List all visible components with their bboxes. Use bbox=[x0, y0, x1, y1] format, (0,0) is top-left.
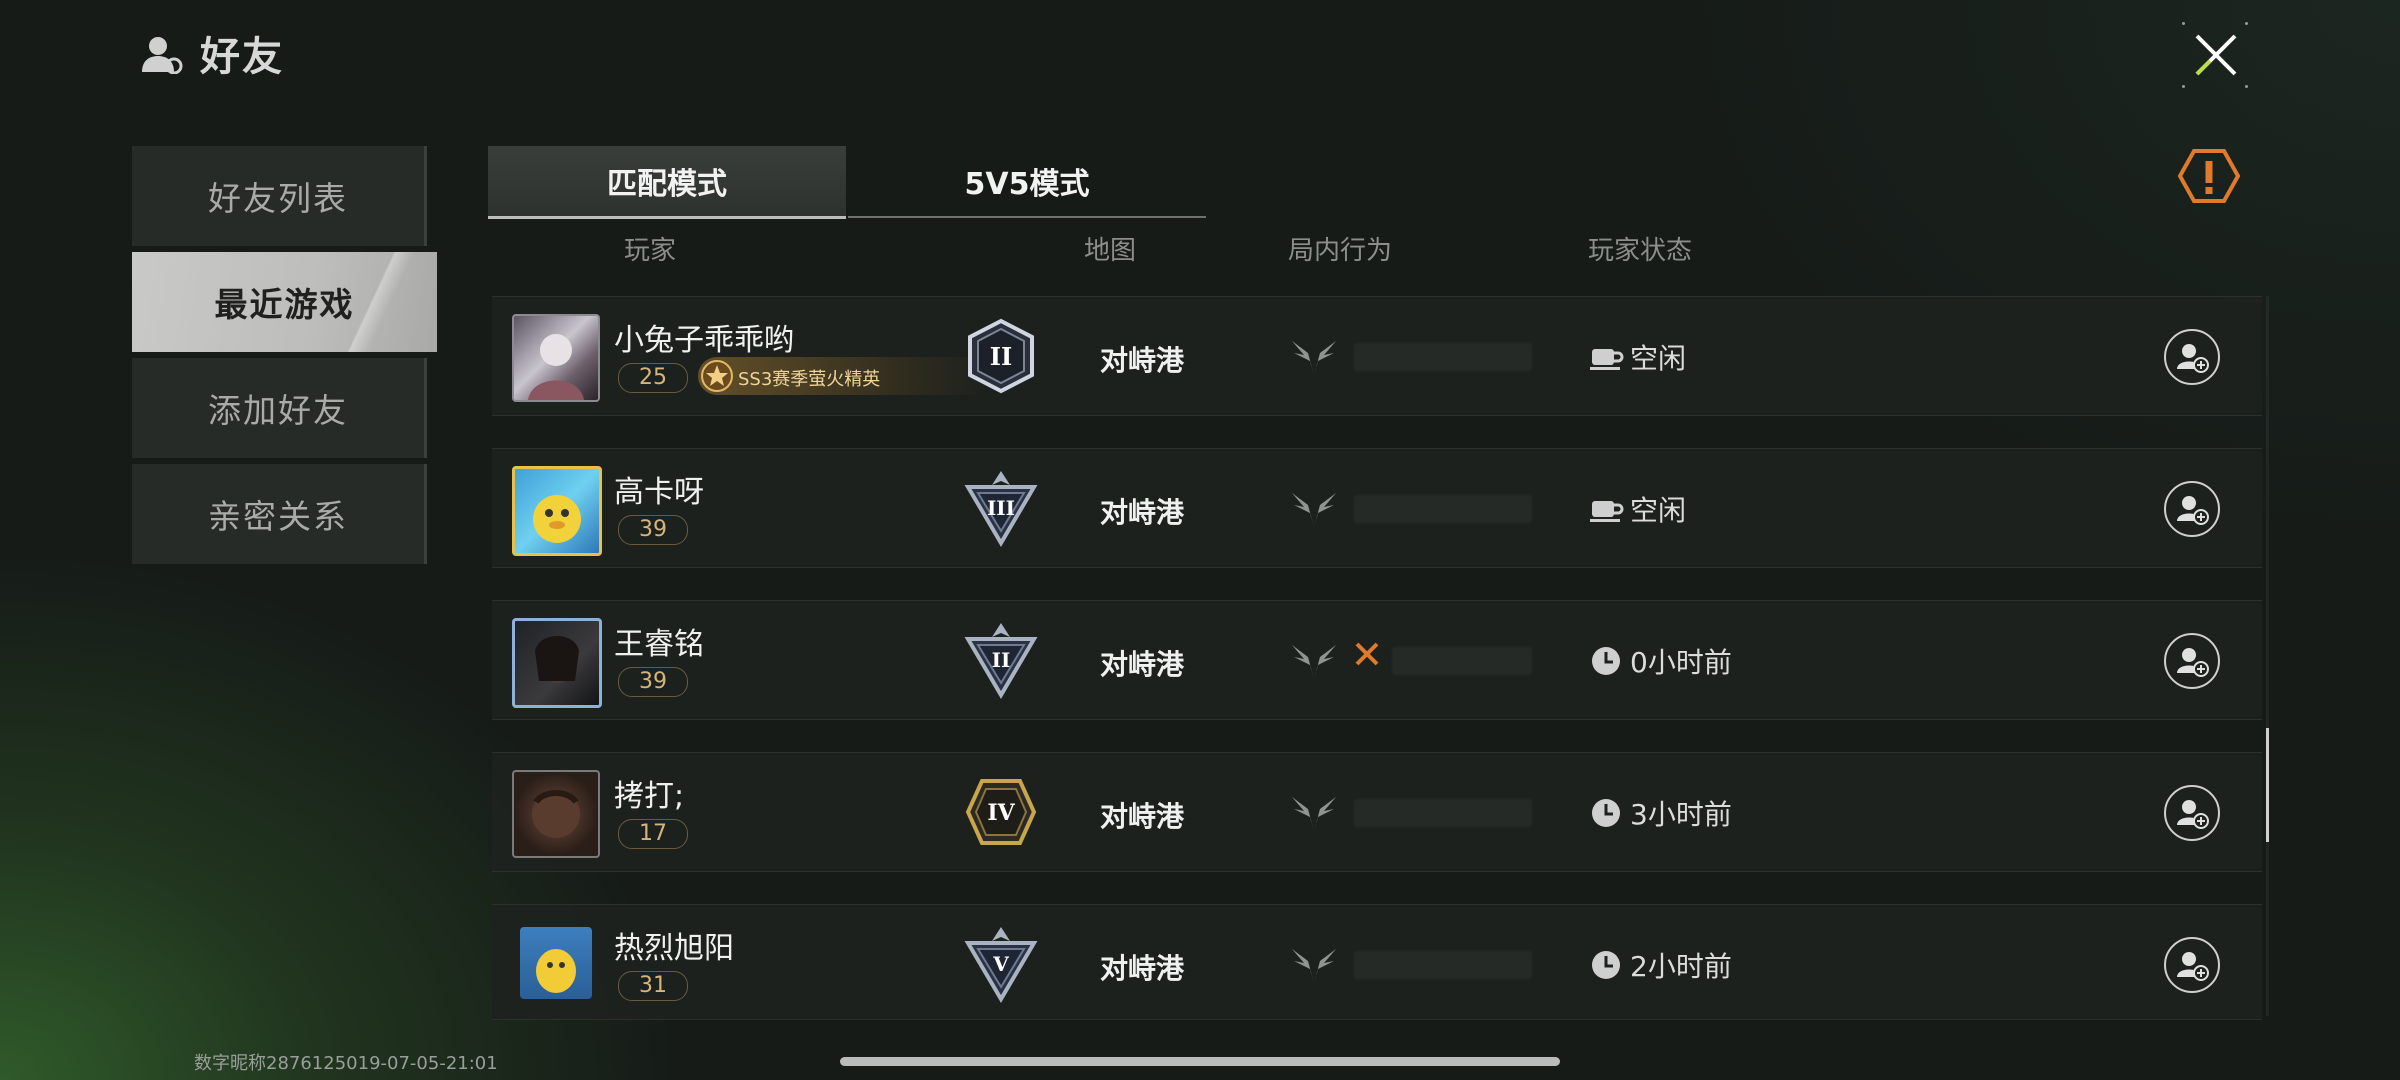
behavior-wing-icon bbox=[1292, 797, 1336, 831]
clock-icon bbox=[1592, 951, 1620, 979]
column-header-player: 玩家 bbox=[624, 236, 677, 266]
table-row: 小兔子乖乖哟 25 SS3赛季萤火精英 II 对峙港 空闲 bbox=[492, 296, 2262, 416]
rank-emblem-icon: IV bbox=[965, 779, 1037, 845]
player-name: 小兔子乖乖哟 bbox=[614, 323, 794, 358]
table-row: 热烈旭阳 31 V 对峙港 2小时前 bbox=[492, 904, 2262, 1020]
behavior-hidden bbox=[1392, 647, 1532, 675]
rank-label: IV bbox=[987, 800, 1015, 826]
column-header-behavior: 局内行为 bbox=[1288, 236, 1393, 266]
add-friend-button[interactable] bbox=[2164, 329, 2220, 385]
behavior-hidden bbox=[1354, 343, 1532, 371]
player-status: 3小时前 bbox=[1630, 798, 1732, 831]
behavior-wing-icon bbox=[1292, 949, 1336, 983]
add-friend-button[interactable] bbox=[2164, 937, 2220, 993]
add-friend-button[interactable] bbox=[2164, 481, 2220, 537]
rank-label: V bbox=[992, 952, 1009, 976]
tab-match-mode[interactable]: 匹配模式 bbox=[488, 146, 846, 219]
table-row: 高卡呀 39 III 对峙港 空闲 bbox=[492, 448, 2262, 568]
add-user-icon bbox=[2177, 952, 2209, 981]
sidebar-item-intimacy[interactable]: 亲密关系 bbox=[132, 464, 427, 564]
player-name: 热烈旭阳 bbox=[614, 931, 734, 966]
table-row: 王睿铭 39 II 对峙港 0小时前 bbox=[492, 600, 2262, 720]
player-name: 拷打; bbox=[614, 779, 685, 814]
page-title: 好友 bbox=[200, 34, 284, 80]
rank-emblem-icon: II bbox=[964, 623, 1038, 699]
player-name: 王睿铭 bbox=[614, 627, 704, 662]
behavior-wing-icon bbox=[1292, 645, 1336, 679]
column-header-status: 玩家状态 bbox=[1588, 236, 1693, 266]
scrollbar-track[interactable] bbox=[2266, 296, 2269, 1016]
rank-emblem-icon: III bbox=[964, 471, 1038, 547]
add-friend-button[interactable] bbox=[2164, 785, 2220, 841]
close-icon bbox=[2195, 34, 2237, 76]
season-emblem-icon bbox=[701, 360, 733, 392]
friends-icon bbox=[142, 37, 183, 74]
sidebar-item-friend-list[interactable]: 好友列表 bbox=[132, 146, 427, 246]
behavior-hidden bbox=[1354, 799, 1532, 827]
rank-label: II bbox=[992, 648, 1011, 672]
scrollbar-thumb[interactable] bbox=[2266, 728, 2269, 842]
behavior-wing-icon bbox=[1292, 341, 1336, 375]
season-badge-label: SS3赛季萤火精英 bbox=[738, 369, 881, 390]
player-status: 0小时前 bbox=[1630, 646, 1732, 679]
map-name: 对峙港 bbox=[1100, 648, 1185, 681]
add-friend-button[interactable] bbox=[2164, 633, 2220, 689]
add-user-icon bbox=[2177, 496, 2209, 525]
player-status: 空闲 bbox=[1630, 494, 1687, 527]
behavior-hidden bbox=[1354, 495, 1532, 523]
player-level: 17 bbox=[618, 819, 688, 849]
negative-behavior-icon bbox=[1355, 642, 1379, 666]
add-user-icon bbox=[2177, 344, 2209, 373]
behavior-wing-icon bbox=[1292, 493, 1336, 527]
rank-label: III bbox=[987, 496, 1015, 520]
avatar bbox=[512, 314, 600, 402]
add-user-icon bbox=[2177, 800, 2209, 829]
cup-icon bbox=[1590, 501, 1624, 522]
player-status: 2小时前 bbox=[1630, 950, 1732, 983]
clock-icon bbox=[1592, 799, 1620, 827]
avatar bbox=[512, 618, 602, 708]
season-badge: SS3赛季萤火精英 bbox=[698, 357, 988, 395]
map-name: 对峙港 bbox=[1100, 952, 1185, 985]
rank-label: II bbox=[990, 342, 1012, 371]
sidebar-item-label: 好友列表 bbox=[208, 179, 348, 218]
player-level: 31 bbox=[618, 971, 688, 1001]
map-name: 对峙港 bbox=[1100, 344, 1185, 377]
sidebar-item-label: 最近游戏 bbox=[214, 285, 355, 324]
rank-emblem-icon: V bbox=[964, 927, 1038, 1003]
cup-icon bbox=[1590, 349, 1624, 370]
sidebar-item-label: 亲密关系 bbox=[208, 497, 348, 536]
player-level: 39 bbox=[618, 667, 688, 697]
avatar bbox=[512, 770, 600, 858]
sidebar-item-recent-games[interactable]: 最近游戏 bbox=[132, 252, 437, 352]
clock-icon bbox=[1592, 647, 1620, 675]
add-user-icon bbox=[2177, 648, 2209, 677]
warning-icon[interactable] bbox=[2178, 148, 2240, 204]
tab-label: 匹配模式 bbox=[607, 167, 727, 202]
watermark-text: 数字昵称2876125019-07-05-21:01 bbox=[194, 1053, 498, 1074]
avatar bbox=[512, 466, 602, 556]
column-header-map: 地图 bbox=[1084, 236, 1137, 266]
close-button[interactable] bbox=[2180, 20, 2250, 90]
avatar bbox=[520, 927, 592, 999]
player-level: 25 bbox=[618, 363, 688, 393]
sidebar-item-label: 添加好友 bbox=[208, 391, 348, 430]
rank-emblem-icon: II bbox=[968, 318, 1034, 394]
sidebar-item-add-friend[interactable]: 添加好友 bbox=[132, 358, 427, 458]
map-name: 对峙港 bbox=[1100, 800, 1185, 833]
table-row: 拷打; 17 IV 对峙港 3小时前 bbox=[492, 752, 2262, 872]
tab-5v5-mode[interactable]: 5V5模式 bbox=[848, 146, 1206, 218]
behavior-hidden bbox=[1354, 951, 1532, 979]
player-status: 空闲 bbox=[1630, 342, 1687, 375]
tab-label: 5V5模式 bbox=[964, 167, 1090, 202]
map-name: 对峙港 bbox=[1100, 496, 1185, 529]
player-name: 高卡呀 bbox=[614, 475, 704, 510]
home-indicator[interactable] bbox=[840, 1057, 1560, 1066]
player-level: 39 bbox=[618, 515, 688, 545]
